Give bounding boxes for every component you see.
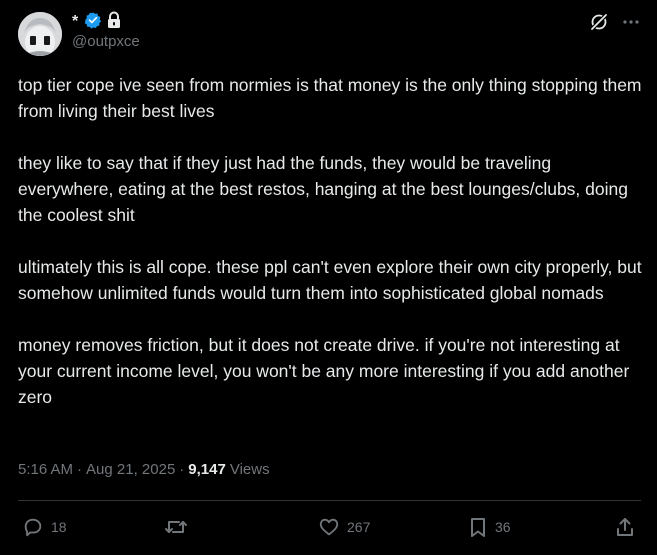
tweet-date[interactable]: Aug 21, 2025 — [86, 461, 175, 478]
avatar[interactable] — [18, 12, 62, 56]
like-count: 267 — [347, 519, 371, 535]
bookmark-count: 36 — [495, 519, 511, 535]
bookmark-button[interactable]: 36 — [468, 512, 511, 542]
verified-badge-icon — [84, 11, 102, 34]
tweet-time[interactable]: 5:16 AM — [18, 461, 73, 478]
tweet-text: top tier cope ive seen from normies is t… — [18, 72, 643, 410]
tweet-paragraph: they like to say that if they just had t… — [18, 153, 628, 225]
tweet: * @outpxce top tier cope ive seen from n… — [0, 0, 657, 555]
meta-separator: · — [77, 461, 83, 478]
heart-icon — [318, 516, 340, 538]
share-icon — [615, 516, 635, 538]
like-button[interactable]: 267 — [318, 512, 370, 542]
share-button[interactable] — [615, 512, 635, 542]
avatar-image — [18, 12, 62, 56]
meta-separator: · — [179, 461, 185, 478]
views-count: 9,147 — [188, 461, 226, 478]
retweet-button[interactable] — [164, 512, 195, 542]
tweet-paragraph: top tier cope ive seen from normies is t… — [18, 75, 642, 121]
display-name[interactable]: * — [72, 13, 78, 31]
views-label: Views — [229, 461, 270, 478]
author-handle[interactable]: @outpxce — [72, 33, 140, 50]
tweet-meta: 5:16 AM · Aug 21, 2025 · 9,147 Views — [18, 461, 270, 478]
divider — [18, 500, 641, 501]
reply-icon — [22, 516, 44, 538]
more-icon[interactable] — [621, 12, 641, 32]
reply-count: 18 — [51, 519, 67, 535]
reply-button[interactable]: 18 — [22, 512, 67, 542]
tweet-top-actions — [589, 12, 641, 32]
retweet-icon — [164, 516, 188, 538]
tweet-action-bar: 18 267 36 — [0, 512, 657, 542]
grok-icon[interactable] — [589, 12, 609, 32]
author-name-row: * — [72, 11, 122, 34]
bookmark-icon — [468, 516, 488, 538]
tweet-paragraph: money removes friction, but it does not … — [18, 335, 630, 407]
tweet-paragraph: ultimately this is all cope. these ppl c… — [18, 257, 642, 303]
lock-icon — [106, 11, 122, 34]
